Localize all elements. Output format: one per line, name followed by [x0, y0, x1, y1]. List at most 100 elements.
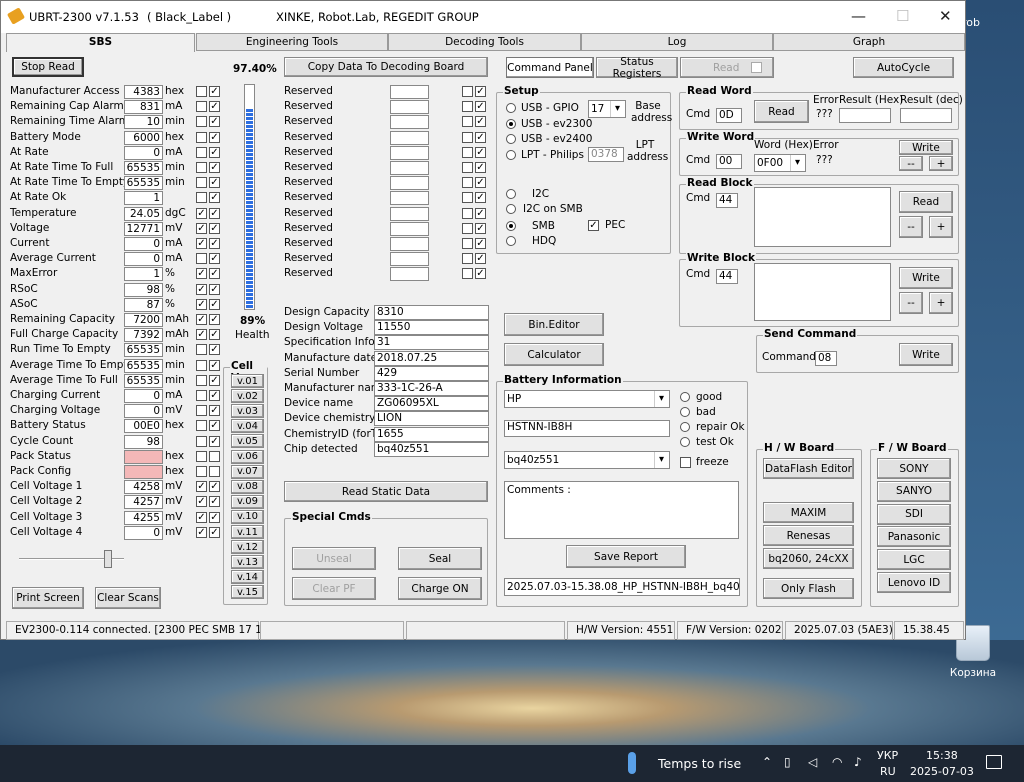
fw-board-button[interactable]: Lenovo ID	[877, 572, 951, 593]
clear-scans-button[interactable]: Clear Scans	[95, 587, 161, 609]
send-command-input[interactable]: 08	[815, 351, 837, 366]
read-toggle-checkbox[interactable]	[751, 62, 762, 73]
tab-decoding-tools[interactable]: Decoding Tools	[388, 33, 581, 51]
hw-board-button[interactable]: bq2060, 24cXX	[763, 548, 854, 569]
volume-icon[interactable]: ♪	[854, 755, 862, 769]
sbs-row-graph-checkbox[interactable]	[196, 116, 207, 128]
sbs-row-graph-checkbox[interactable]: ✓	[196, 238, 207, 249]
sbs-row-graph-checkbox[interactable]	[196, 450, 207, 462]
sbs-row-read-checkbox[interactable]: ✓	[209, 268, 220, 280]
fw-board-button[interactable]: SONY	[877, 458, 951, 479]
maximize-icon[interactable]: ☐	[896, 7, 909, 25]
wifi-icon[interactable]: ◠	[832, 755, 842, 769]
read-block-cmd-input[interactable]: 44	[716, 193, 738, 208]
fw-board-button[interactable]: Panasonic	[877, 526, 951, 548]
sbs-row-read-checkbox[interactable]: ✓	[209, 359, 220, 371]
sbs-row-read-checkbox[interactable]: ✓	[209, 481, 220, 493]
speaker-icon[interactable]: ◁	[808, 755, 817, 769]
calculator-button[interactable]: Calculator	[504, 343, 604, 366]
sbs-row-read-checkbox[interactable]: ✓	[209, 131, 220, 143]
reserved-graph-checkbox[interactable]	[462, 86, 473, 97]
reserved-graph-checkbox[interactable]	[462, 131, 473, 143]
fw-board-button[interactable]: LGC	[877, 549, 951, 571]
sbs-row-read-checkbox[interactable]: ✓	[209, 253, 220, 265]
reserved-read-checkbox[interactable]: ✓	[475, 101, 486, 113]
brand-select[interactable]: HP	[504, 390, 670, 408]
sbs-row-graph-checkbox[interactable]	[196, 466, 207, 477]
write-block-button[interactable]: Write	[899, 267, 953, 289]
tab-engineering-tools[interactable]: Engineering Tools	[196, 33, 388, 51]
sbs-row-read-checkbox[interactable]: ✓	[209, 344, 220, 356]
sbs-row-graph-checkbox[interactable]: ✓	[196, 511, 207, 523]
reserved-read-checkbox[interactable]: ✓	[475, 268, 486, 280]
gpio-select[interactable]: 17	[588, 100, 626, 118]
reserved-read-checkbox[interactable]: ✓	[475, 116, 486, 128]
device-icon[interactable]: ▯	[784, 755, 791, 769]
sbs-row-read-checkbox[interactable]: ✓	[209, 329, 220, 341]
sbs-row-graph-checkbox[interactable]	[196, 192, 207, 204]
sbs-row-read-checkbox[interactable]: ✓	[209, 511, 220, 523]
clock-time[interactable]: 15:38	[926, 749, 958, 762]
sbs-row-graph-checkbox[interactable]	[196, 435, 207, 447]
clear-pf-button[interactable]: Clear PF	[292, 577, 376, 600]
protocol-radio[interactable]	[506, 221, 516, 231]
close-icon[interactable]: ✕	[939, 7, 952, 25]
sbs-row-graph-checkbox[interactable]: ✓	[196, 207, 207, 219]
battery-status-radio[interactable]	[680, 437, 690, 447]
cellv-button-v.15[interactable]: v.15	[231, 585, 264, 600]
sbs-row-graph-checkbox[interactable]: ✓	[196, 314, 207, 325]
setup-radio[interactable]	[506, 149, 516, 160]
sbs-row-graph-checkbox[interactable]: ✓	[196, 481, 207, 493]
comments-textarea[interactable]: Comments :	[504, 481, 739, 539]
sbs-row-graph-checkbox[interactable]	[196, 86, 207, 97]
read-block-output[interactable]	[754, 187, 891, 247]
sbs-row-graph-checkbox[interactable]	[196, 405, 207, 417]
protocol-radio[interactable]	[506, 236, 516, 246]
write-block-input[interactable]	[754, 263, 891, 321]
lpt-address-input[interactable]: 0378	[588, 147, 624, 162]
reserved-read-checkbox[interactable]: ✓	[475, 238, 486, 249]
cellv-button-v.12[interactable]: v.12	[231, 540, 264, 555]
cellv-button-v.06[interactable]: v.06	[231, 449, 264, 464]
sbs-row-graph-checkbox[interactable]: ✓	[196, 222, 207, 234]
read-word-button[interactable]: Read	[754, 100, 809, 123]
sbs-row-read-checkbox[interactable]: ✓	[209, 526, 220, 538]
sbs-row-graph-checkbox[interactable]	[196, 344, 207, 356]
cellv-button-v.05[interactable]: v.05	[231, 434, 264, 449]
sbs-row-read-checkbox[interactable]: ✓	[209, 390, 220, 401]
slider-handle[interactable]	[104, 550, 112, 568]
reserved-graph-checkbox[interactable]	[462, 207, 473, 219]
reserved-graph-checkbox[interactable]	[462, 222, 473, 234]
reserved-graph-checkbox[interactable]	[462, 146, 473, 158]
read-block-button[interactable]: Read	[899, 191, 953, 213]
sbs-row-graph-checkbox[interactable]	[196, 131, 207, 143]
read-word-cmd-input[interactable]: 0D	[716, 108, 742, 123]
sbs-row-read-checkbox[interactable]: ✓	[209, 405, 220, 417]
cellv-button-v.13[interactable]: v.13	[231, 555, 264, 570]
sbs-row-read-checkbox[interactable]: ✓	[209, 101, 220, 113]
charge-on-button[interactable]: Charge ON	[398, 577, 482, 600]
hw-board-button[interactable]: MAXIM	[763, 502, 854, 523]
print-screen-button[interactable]: Print Screen	[12, 587, 84, 609]
reserved-read-checkbox[interactable]: ✓	[475, 86, 486, 97]
write-block-cmd-input[interactable]: 44	[716, 269, 738, 284]
reserved-read-checkbox[interactable]: ✓	[475, 222, 486, 234]
language-secondary[interactable]: RU	[880, 765, 896, 778]
reserved-graph-checkbox[interactable]	[462, 101, 473, 113]
bin-editor-button[interactable]: Bin.Editor	[504, 313, 604, 336]
seal-button[interactable]: Seal	[398, 547, 482, 570]
sbs-row-graph-checkbox[interactable]	[196, 390, 207, 401]
unseal-button[interactable]: Unseal	[292, 547, 376, 570]
sbs-row-read-checkbox[interactable]	[209, 466, 220, 477]
pec-checkbox[interactable]: ✓	[588, 220, 599, 231]
language-primary[interactable]: УКР	[877, 749, 898, 762]
command-panel-tab[interactable]: Command Panel	[506, 57, 594, 78]
sbs-row-read-checkbox[interactable]	[209, 450, 220, 462]
hw-board-button[interactable]: Renesas	[763, 525, 854, 546]
notification-icon[interactable]	[986, 755, 1002, 769]
weather-text[interactable]: Temps to rise	[658, 756, 741, 771]
sbs-row-read-checkbox[interactable]: ✓	[209, 192, 220, 204]
fw-board-button[interactable]: SDI	[877, 503, 951, 525]
freeze-checkbox[interactable]	[680, 457, 691, 468]
reserved-graph-checkbox[interactable]	[462, 177, 473, 189]
